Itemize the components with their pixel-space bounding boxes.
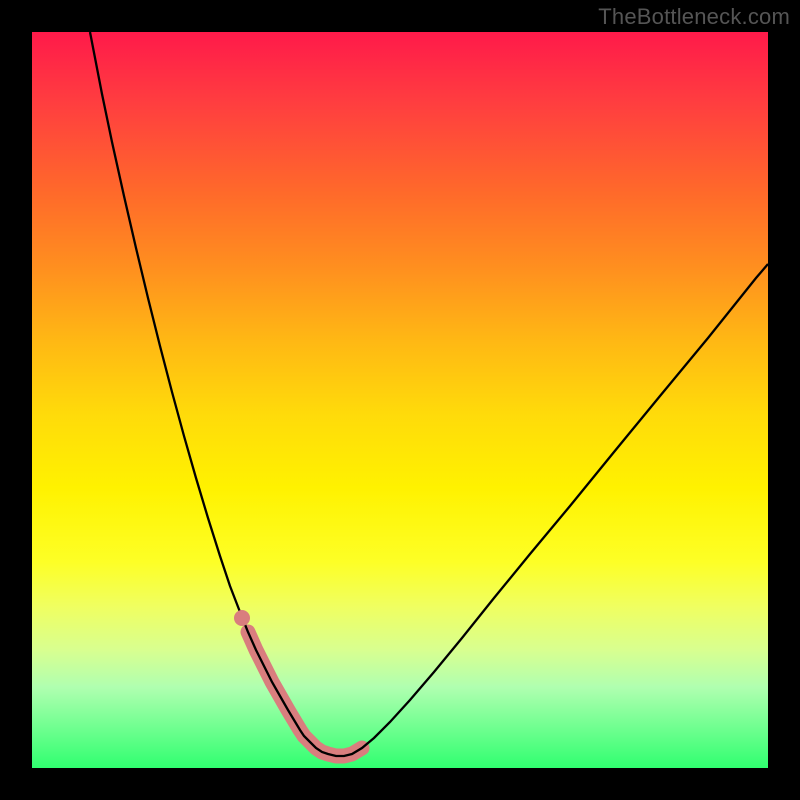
watermark-text: TheBottleneck.com xyxy=(598,4,790,30)
chart-svg xyxy=(32,32,768,768)
main-curve xyxy=(90,32,768,756)
curve-layer xyxy=(90,32,768,756)
data-point xyxy=(234,610,250,626)
plot-area xyxy=(32,32,768,768)
chart-frame: TheBottleneck.com xyxy=(0,0,800,800)
dot-layer xyxy=(234,610,250,626)
